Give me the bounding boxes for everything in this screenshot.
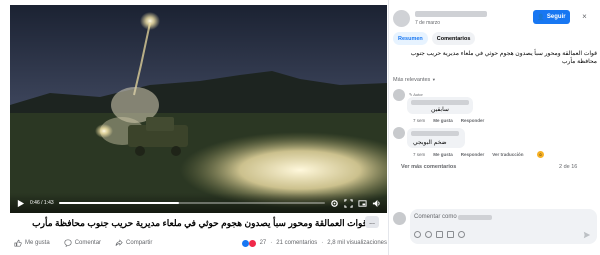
post-date[interactable]: 7 de marzo [415, 20, 440, 26]
comment-label: Comentar [74, 240, 102, 246]
comment-like[interactable]: Me gusta [433, 152, 453, 157]
sticker-icon[interactable] [458, 231, 465, 238]
comment-button[interactable]: Comentar [64, 239, 101, 247]
reaction-count[interactable]: 27 [260, 240, 267, 246]
comments-sidebar: 7 de marzo 👤 Seguir × Resumen Comentario… [388, 0, 600, 255]
close-icon[interactable]: × [579, 11, 590, 22]
more-options-button[interactable]: ... [365, 216, 379, 228]
stats-separator: · [321, 240, 324, 246]
like-reaction-icon [241, 239, 249, 247]
comment-author-redacted[interactable] [411, 131, 459, 136]
like-button[interactable]: Me gusta [14, 239, 50, 247]
post-description: قوات العمالقة ومحور سبأ يصدون هجوم حوثي … [410, 51, 597, 65]
comment-avatar[interactable] [393, 89, 405, 101]
sort-label: Más relevantes [393, 77, 431, 83]
comment-input[interactable]: Comentar como [414, 214, 492, 220]
composer-toolbar [414, 231, 465, 238]
mini-player-icon[interactable] [358, 199, 367, 208]
share-label: Compartir [126, 240, 153, 246]
view-count: 2,8 mil visualizaciones [327, 240, 387, 246]
comment-placeholder: Comentar como [414, 214, 457, 220]
post-caption: قوات العمالقة ومحور سبأ يصدون هجوم حوثي … [32, 217, 367, 228]
video-player[interactable]: 0:46 / 1:43 [10, 5, 387, 213]
emoji-icon[interactable] [425, 231, 432, 238]
tab-resumen[interactable]: Resumen [393, 32, 428, 45]
care-reaction-icon[interactable]: ☺ [537, 151, 544, 158]
video-frame [10, 5, 387, 213]
post-stats: 27 · 21 comentarios · 2,8 mil visualizac… [241, 239, 387, 247]
video-progress-fill [58, 202, 179, 204]
play-icon[interactable] [16, 199, 25, 208]
facebook-video-post: 0:46 / 1:43 قوات العمالقة ومحور سبأ يصدو… [0, 0, 600, 255]
video-controls: 0:46 / 1:43 [10, 193, 387, 213]
chevron-down-icon: ▼ [431, 77, 436, 82]
follow-person-icon: 👤 [537, 14, 545, 21]
comment-text: سابقين [431, 107, 449, 113]
love-reaction-icon [248, 239, 256, 247]
comment-author-redacted[interactable] [411, 100, 469, 105]
user-avatar [393, 212, 406, 225]
sidebar-tabs: Resumen Comentarios [393, 32, 476, 45]
video-time: 0:46 / 1:43 [30, 200, 54, 206]
comment-like[interactable]: Me gusta [433, 118, 453, 123]
follow-label: Seguir [546, 14, 566, 20]
sort-dropdown[interactable]: Más relevantes ▼ [393, 77, 436, 83]
settings-gear-icon[interactable] [330, 199, 339, 208]
comment-translate[interactable]: Ver traducción [492, 152, 523, 157]
comment-actions: 7 sem Me gusta Responder Ver traducción [413, 152, 524, 157]
volume-icon[interactable] [372, 199, 381, 208]
comment-time[interactable]: 7 sem [413, 152, 425, 157]
post-caption-row: قوات العمالقة ومحور سبأ يصدون هجوم حوثي … [10, 214, 387, 232]
user-name-redacted [457, 214, 492, 220]
more-comments-link[interactable]: Ver más comentarios [401, 164, 456, 170]
comment-reply[interactable]: Responder [461, 118, 485, 123]
share-button[interactable]: Compartir [115, 239, 152, 247]
stats-separator: · [270, 240, 273, 246]
follow-button[interactable]: 👤 Seguir [533, 10, 570, 24]
gif-icon[interactable] [447, 231, 454, 238]
camera-icon[interactable] [436, 231, 443, 238]
post-actions: Me gusta Comentar Compartir 27 · 21 come… [14, 236, 387, 250]
page-name-redacted[interactable] [415, 11, 487, 17]
video-progress-bar[interactable] [58, 202, 325, 204]
comment-text: ضخم البوبجي [413, 140, 447, 146]
like-label: Me gusta [25, 240, 50, 246]
send-icon[interactable] [583, 231, 591, 239]
comment-actions: 7 sem Me gusta Responder [413, 118, 484, 123]
comment-reply[interactable]: Responder [461, 152, 485, 157]
avatar-sticker-icon[interactable] [414, 231, 421, 238]
comment-count[interactable]: 21 comentarios [276, 240, 317, 246]
comment-composer[interactable]: Comentar como [410, 209, 597, 244]
fullscreen-icon[interactable] [344, 198, 353, 208]
comment-pager: 2 de 16 [559, 164, 578, 170]
page-avatar[interactable] [393, 10, 410, 27]
comment-avatar[interactable] [393, 127, 405, 139]
share-arrow-icon [115, 239, 123, 246]
comment-time[interactable]: 7 sem [413, 118, 425, 123]
post-header: 7 de marzo 👤 Seguir × [391, 7, 599, 29]
tab-comentarios[interactable]: Comentarios [431, 32, 476, 45]
thumbs-up-icon [14, 239, 22, 247]
comment-bubble-icon [64, 239, 72, 247]
